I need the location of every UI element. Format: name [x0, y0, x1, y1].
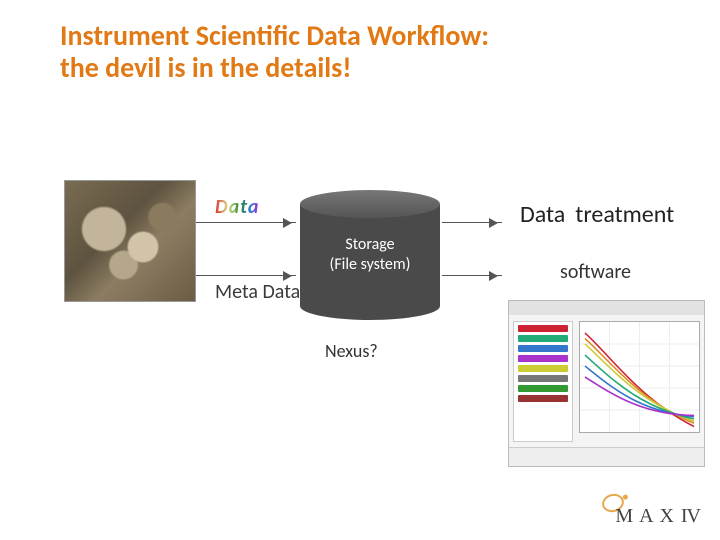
arrow-metadata	[196, 275, 296, 276]
slide-title: Instrument Scientific Data Workflow:the …	[60, 20, 640, 84]
software-screenshot	[508, 300, 705, 467]
storage-label: Storage (File system)	[300, 235, 440, 275]
legend-row	[518, 395, 568, 402]
plot-svg	[580, 322, 699, 432]
legend-row	[518, 325, 568, 332]
legend-row	[518, 335, 568, 342]
arrow-to-treatment-top	[442, 222, 502, 223]
treatment-word-treatment: treatment	[575, 200, 674, 229]
screenshot-titlebar	[509, 301, 704, 315]
screenshot-legend	[513, 321, 573, 442]
maxiv-logo: M A X IV	[615, 505, 700, 528]
legend-row	[518, 375, 568, 382]
storage-line2: (File system)	[329, 255, 410, 274]
screenshot-statusbar	[509, 447, 704, 466]
legend-row	[518, 365, 568, 372]
legend-row	[518, 385, 568, 392]
software-label: software	[560, 260, 631, 284]
slide: Instrument Scientific Data Workflow:the …	[0, 0, 720, 540]
legend-row	[518, 355, 568, 362]
data-treatment-label: Data treatment	[520, 200, 674, 229]
storage-cylinder: Storage (File system)	[300, 190, 440, 320]
label-nexus: Nexus?	[325, 340, 378, 362]
label-metadata: Meta Data	[215, 280, 300, 304]
arrow-data	[196, 222, 296, 223]
screenshot-plot	[579, 321, 700, 433]
instrument-photo	[64, 180, 196, 302]
storage-line1: Storage	[345, 235, 394, 254]
cylinder-top	[300, 190, 440, 218]
instrument-photo-content	[65, 181, 195, 301]
arrow-to-treatment-bottom	[442, 275, 502, 276]
label-data: Data	[215, 195, 259, 219]
legend-row	[518, 345, 568, 352]
treatment-word-data: Data	[520, 200, 565, 229]
